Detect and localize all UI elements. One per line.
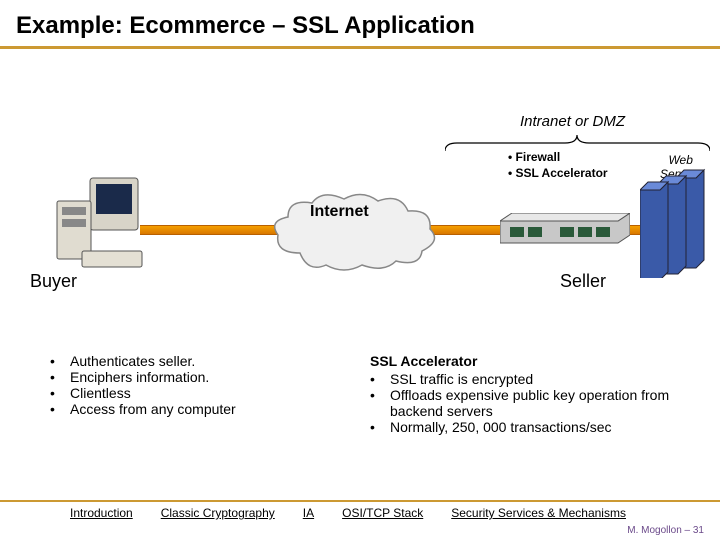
footer-link[interactable]: Security Services & Mechanisms	[451, 506, 626, 520]
connection-bar-mid	[430, 225, 510, 235]
seller-label: Seller	[560, 271, 606, 292]
buyer-label: Buyer	[30, 271, 77, 292]
ssl-column: SSL Accelerator •SSL traffic is encrypte…	[370, 353, 690, 435]
footer: Introduction Classic Cryptography IA OSI…	[0, 500, 720, 520]
footer-bar	[0, 500, 720, 502]
diagram-area: Intranet or DMZ • Firewall • SSL Acceler…	[0, 53, 720, 353]
ssl-bullet: Normally, 250, 000 transactions/sec	[390, 419, 690, 435]
buyer-bullet: Authenticates seller.	[70, 353, 330, 369]
ssl-appliance-icon	[500, 213, 630, 245]
buyer-bullets: •Authenticates seller. •Enciphers inform…	[50, 353, 330, 435]
ssl-heading: SSL Accelerator	[370, 353, 690, 369]
fw-line2: • SSL Accelerator	[508, 166, 608, 182]
buyer-bullet: Access from any computer	[70, 401, 330, 417]
brace-icon	[445, 135, 710, 151]
firewall-ssl-label: • Firewall • SSL Accelerator	[508, 150, 608, 181]
title-underline	[0, 46, 720, 49]
ssl-bullet: SSL traffic is encrypted	[390, 371, 690, 387]
connection-bar-left	[140, 225, 280, 235]
footer-link[interactable]: IA	[303, 506, 314, 520]
buyer-bullet: Clientless	[70, 385, 330, 401]
footer-link[interactable]: OSI/TCP Stack	[342, 506, 423, 520]
columns: •Authenticates seller. •Enciphers inform…	[0, 353, 720, 435]
footer-links: Introduction Classic Cryptography IA OSI…	[0, 506, 720, 520]
server-rack-icon	[640, 168, 710, 278]
computer-icon	[52, 173, 152, 273]
footer-link[interactable]: Introduction	[70, 506, 133, 520]
attribution: M. Mogollon – 31	[627, 525, 704, 536]
intranet-label: Intranet or DMZ	[520, 113, 625, 130]
buyer-bullet: Enciphers information.	[70, 369, 330, 385]
page-title: Example: Ecommerce – SSL Application	[0, 0, 720, 46]
fw-line1: • Firewall	[508, 150, 608, 166]
internet-label: Internet	[310, 203, 369, 221]
footer-link[interactable]: Classic Cryptography	[161, 506, 275, 520]
ssl-bullet: Offloads expensive public key operation …	[390, 387, 690, 419]
